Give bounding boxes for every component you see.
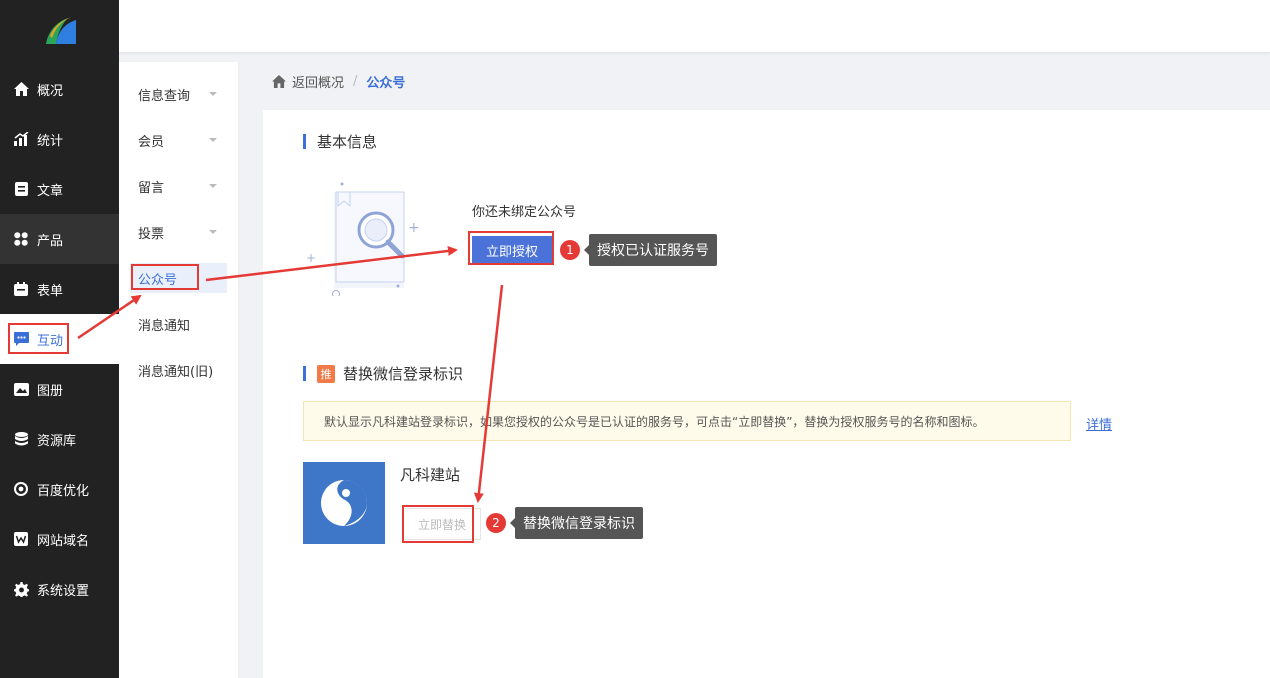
subnav-item-label: 公众号 (138, 272, 178, 288)
not-bound-text: 你还未绑定公众号 (472, 205, 577, 220)
sidebar-item-label: 表单 (37, 283, 64, 299)
notice-banner: 默认显示凡科建站登录标识，如果您授权的公众号是已认证的服务号，可点击“立即替换”… (303, 401, 1071, 441)
subnav-item-notifications-old[interactable]: 消息通知(旧) (119, 355, 239, 385)
sidebar-item-stats[interactable]: 统计 (0, 114, 119, 164)
annotation-tooltip: 授权已认证服务号 (584, 234, 717, 266)
authorize-button[interactable]: 立即授权 (472, 236, 552, 264)
article-icon (13, 181, 29, 197)
subnav-item-members[interactable]: 会员 (119, 125, 239, 155)
sidebar-item-overview[interactable]: 概况 (0, 64, 119, 114)
chart-icon (13, 131, 29, 147)
sidebar-item-label: 图册 (37, 383, 64, 399)
sidebar-item-products[interactable]: 产品 (0, 214, 119, 264)
chat-icon (13, 331, 29, 347)
database-icon (13, 431, 29, 447)
brand-logo (303, 462, 385, 544)
caret-down-icon (209, 230, 217, 234)
subnav-item-label: 会员 (138, 134, 165, 150)
notice-text: 默认显示凡科建站登录标识，如果您授权的公众号是已认证的服务号，可点击“立即替换”… (324, 414, 985, 429)
svg-text:+: + (306, 251, 316, 265)
sidebar-item-forms[interactable]: 表单 (0, 264, 119, 314)
app-logo[interactable] (0, 0, 119, 62)
subnav-item-label: 信息查询 (138, 88, 191, 104)
annotation-badge: 1 (560, 240, 580, 260)
brand-name: 凡科建站 (400, 466, 461, 484)
sidebar-item-label: 系统设置 (37, 583, 90, 599)
subnav-item-label: 留言 (138, 180, 165, 196)
home-icon (272, 75, 286, 88)
sidebar-item-label: 产品 (37, 233, 64, 249)
breadcrumb-back-link[interactable]: 返回概况 (292, 72, 344, 91)
title-bar (303, 134, 306, 149)
target-icon (13, 481, 29, 497)
gear-icon (13, 581, 29, 597)
subnav-item-official-account[interactable]: 公众号 (130, 263, 227, 293)
basic-info-title: 基本信息 (303, 131, 377, 152)
breadcrumb-current: 公众号 (366, 76, 406, 91)
subnav-item-label: 消息通知(旧) (138, 364, 214, 380)
sidebar-item-label: 百度优化 (37, 483, 90, 499)
detail-link[interactable]: 详情 (1086, 414, 1112, 433)
album-icon (13, 381, 29, 397)
caret-down-icon (209, 138, 217, 142)
sidebar-item-label: 文章 (37, 183, 64, 199)
caret-down-icon (209, 184, 217, 188)
sidebar-item-label: 资源库 (37, 433, 77, 449)
annotation-badge: 2 (486, 513, 506, 533)
top-bar (119, 0, 1270, 53)
sidebar-item-articles[interactable]: 文章 (0, 164, 119, 214)
sidebar-item-seo[interactable]: 百度优化 (0, 464, 119, 514)
title-bar (303, 366, 306, 381)
section-title-text: 替换微信登录标识 (343, 365, 464, 383)
sidebar-item-label: 互动 (37, 333, 64, 349)
home-icon (13, 81, 29, 97)
caret-down-icon (209, 92, 217, 96)
grid-icon (13, 231, 29, 247)
calendar-icon (13, 281, 29, 297)
section-title-text: 基本信息 (317, 133, 378, 151)
subnav-item-notifications[interactable]: 消息通知 (119, 309, 239, 339)
svg-text:+: + (408, 220, 420, 236)
sidebar-item-interaction[interactable]: 互动 (0, 314, 119, 364)
w-icon (13, 531, 29, 547)
sidebar-item-label: 网站域名 (37, 533, 90, 549)
sidebar-item-resources[interactable]: 资源库 (0, 414, 119, 464)
replace-login-title: 推 替换微信登录标识 (303, 363, 463, 384)
sidebar-item-settings[interactable]: 系统设置 (0, 564, 119, 614)
subnav-item-label: 投票 (138, 226, 165, 242)
empty-state-illustration: + + (304, 180, 422, 298)
replace-now-button[interactable]: 立即替换 (403, 508, 481, 540)
subnav-item-label: 消息通知 (138, 318, 191, 334)
subnav-item-info-query[interactable]: 信息查询 (119, 79, 239, 109)
sidebar-item-label: 统计 (37, 133, 64, 149)
breadcrumb: 返回概况 / 公众号 (272, 72, 405, 91)
sidebar-item-album[interactable]: 图册 (0, 364, 119, 414)
subnav-item-messages[interactable]: 留言 (119, 171, 239, 201)
recommend-tag: 推 (317, 364, 335, 383)
subnav-item-vote[interactable]: 投票 (119, 217, 239, 247)
sidebar-item-domain[interactable]: 网站域名 (0, 514, 119, 564)
annotation-tooltip: 替换微信登录标识 (510, 507, 643, 539)
sidebar-item-label: 概况 (37, 83, 64, 99)
breadcrumb-separator: / (353, 74, 358, 89)
